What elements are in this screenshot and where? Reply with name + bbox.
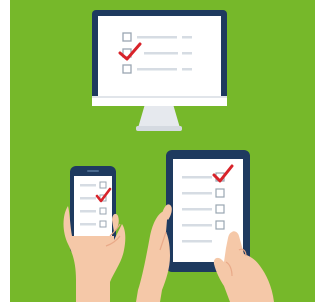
list-line bbox=[137, 36, 177, 39]
left-margin bbox=[0, 0, 10, 302]
list-line bbox=[182, 52, 192, 55]
smartphone-speaker bbox=[87, 170, 99, 172]
list-line bbox=[137, 68, 177, 71]
monitor-screen bbox=[98, 16, 221, 96]
list-line bbox=[182, 68, 192, 71]
monitor-stand bbox=[138, 104, 180, 128]
illustration bbox=[10, 0, 315, 302]
devices-checklist-illustration bbox=[10, 0, 315, 302]
monitor-base bbox=[136, 126, 182, 131]
list-line bbox=[144, 52, 178, 55]
list-line bbox=[182, 36, 192, 39]
